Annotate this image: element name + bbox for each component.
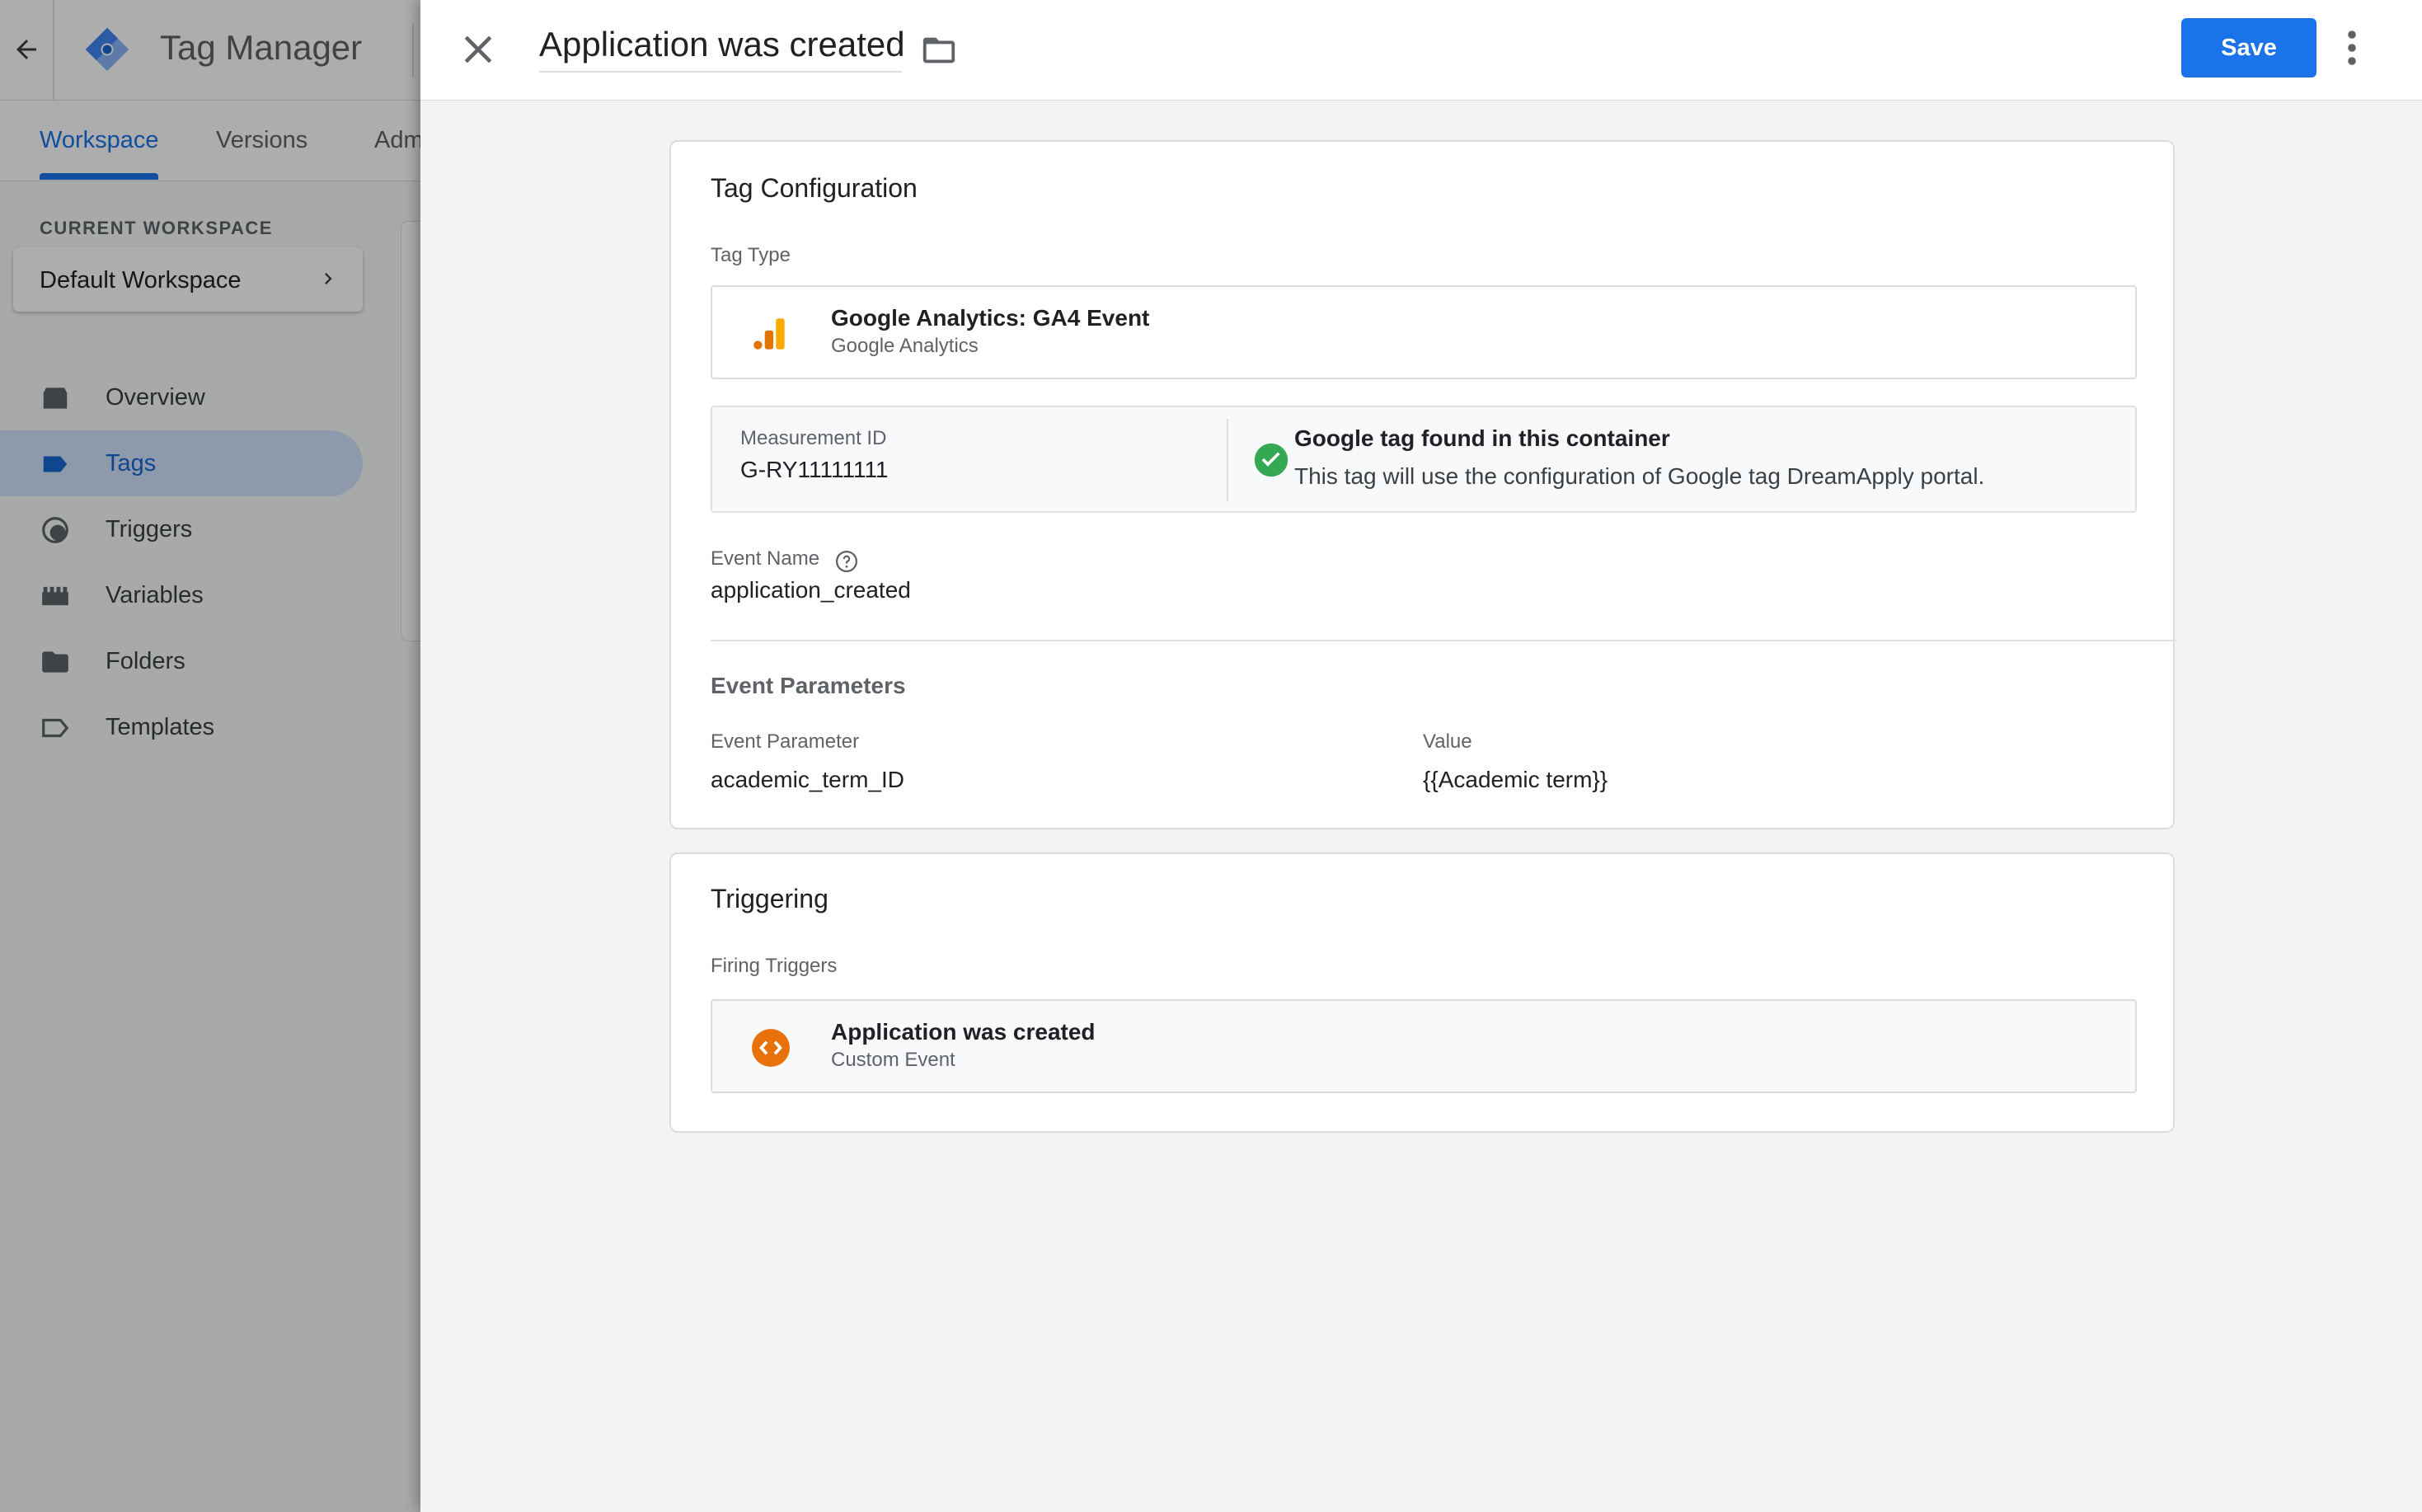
event-name-value: application_created <box>711 577 911 603</box>
trigger-name: Application was created <box>831 1019 1096 1045</box>
panel-header: Application was created Save <box>420 0 2422 101</box>
google-tag-status-title: Google tag found in this container <box>1294 425 1670 451</box>
firing-trigger-item[interactable]: Application was created Custom Event <box>711 999 2137 1093</box>
firing-triggers-label: Firing Triggers <box>711 955 838 977</box>
tag-configuration-card[interactable]: Tag Configuration Tag Type Google Analyt… <box>669 140 2176 829</box>
event-parameter-name: academic_term_ID <box>711 767 904 792</box>
event-parameter-column-label: Event Parameter <box>711 730 860 753</box>
close-icon[interactable] <box>455 26 501 73</box>
card-title: Tag Configuration <box>711 173 918 203</box>
tag-type-vendor: Google Analytics <box>831 335 979 357</box>
triggering-card[interactable]: Triggering Firing Triggers Application w… <box>669 852 2175 1133</box>
tag-type-box[interactable]: Google Analytics: GA4 Event Google Analy… <box>711 285 2137 379</box>
event-parameter-value: {{Academic term}} <box>1423 767 1608 792</box>
help-icon[interactable] <box>834 549 859 574</box>
custom-event-icon <box>752 1029 790 1067</box>
divider <box>1227 419 1228 501</box>
tag-type-name: Google Analytics: GA4 Event <box>831 305 1150 331</box>
folder-icon[interactable] <box>920 31 958 69</box>
more-vert-icon[interactable] <box>2346 28 2358 68</box>
tag-name-input[interactable]: Application was created <box>539 25 905 73</box>
value-column-label: Value <box>1423 730 1472 753</box>
check-circle-icon <box>1254 443 1288 477</box>
card-title: Triggering <box>711 884 828 913</box>
divider <box>711 640 2176 641</box>
measurement-status-box: Measurement ID G-RY11111111 Google tag f… <box>711 406 2137 513</box>
event-name-label: Event Name <box>711 547 820 570</box>
measurement-id-label: Measurement ID <box>740 427 887 449</box>
trigger-type: Custom Event <box>831 1049 955 1071</box>
google-analytics-icon <box>753 318 785 350</box>
measurement-id-value: G-RY11111111 <box>740 457 889 482</box>
google-tag-status-desc: This tag will use the configuration of G… <box>1294 463 1985 489</box>
tag-type-label: Tag Type <box>711 244 791 266</box>
event-parameters-title: Event Parameters <box>711 673 906 698</box>
save-button[interactable]: Save <box>2181 18 2316 77</box>
tag-editor-panel: Application was created Save Tag Configu… <box>420 0 2422 1512</box>
